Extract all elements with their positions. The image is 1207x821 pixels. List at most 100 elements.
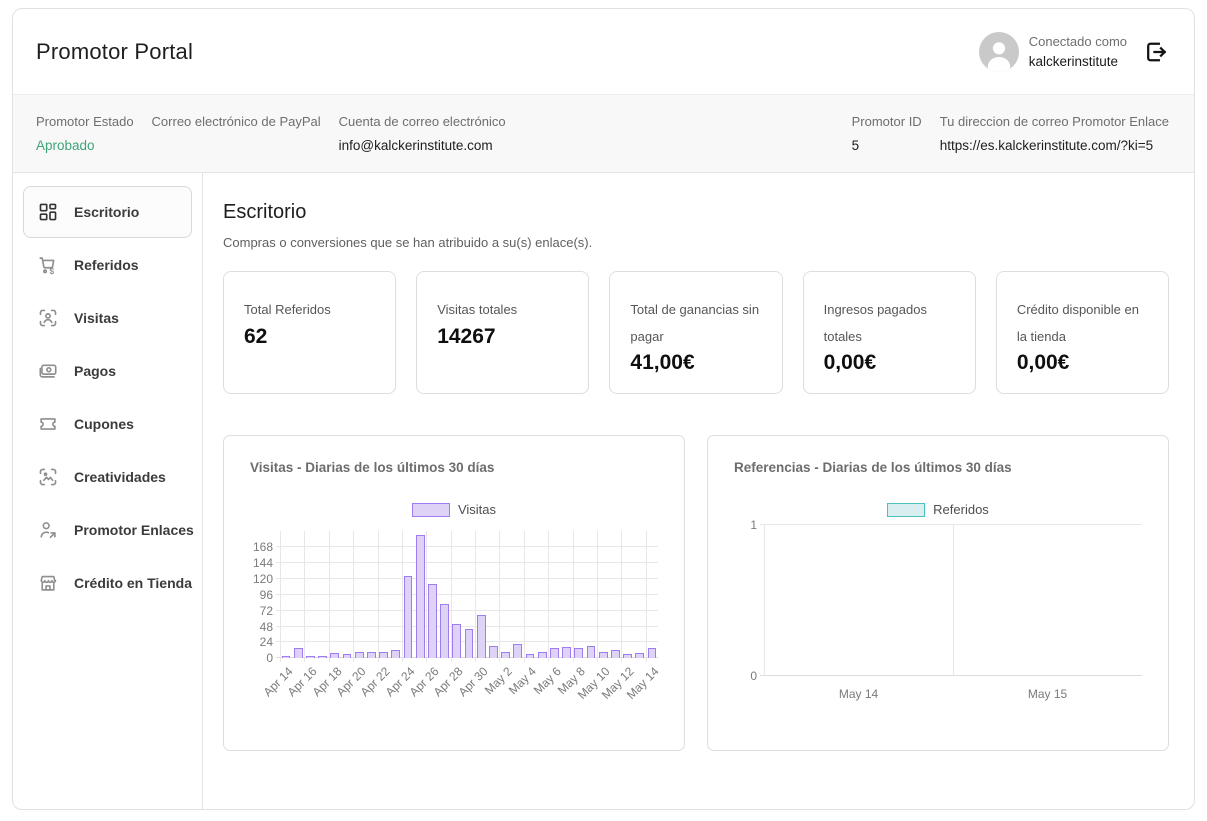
bar-may-11 [611,650,620,658]
status-fields-right: Promotor ID5Tu direccion de correo Promo… [852,114,1169,154]
header: Promotor Portal Conectado como kalckerin… [13,9,1194,94]
legend-label: Referidos [933,502,989,517]
v-gridline [280,531,281,662]
status-field: Cuenta de correo electrónicoinfo@kalcker… [339,114,506,154]
y-tick-label: 0 [750,670,757,682]
h-gridline [276,562,658,563]
avatar [979,32,1019,72]
sidebar-item-referidos[interactable]: $Referidos [23,239,192,291]
bar-apr-26 [428,584,437,659]
store-icon [37,572,59,594]
person-avatar-icon [979,32,1019,72]
sidebar-item-creatividades[interactable]: Creatividades [23,451,192,503]
sidebar-item-pagos[interactable]: Pagos [23,345,192,397]
logout-icon [1143,39,1169,65]
h-gridline [760,524,1142,525]
body: Escritorio$ReferidosVisitasPagosCuponesC… [13,173,1194,809]
y-axis: 01 [734,525,764,676]
sidebar-item-cr-dito-en-tienda[interactable]: Crédito en Tienda [23,557,192,609]
stat-card-value: 14267 [437,325,568,349]
chart-legend[interactable]: Referidos [734,502,1142,517]
h-gridline [276,546,658,547]
status-field-value: Aprobado [36,138,134,154]
x-tick-label: May 15 [1028,688,1067,700]
v-gridline [524,531,525,662]
y-tick-label: 24 [260,636,273,648]
sidebar-item-label: Cupones [74,416,134,432]
bar-apr-20 [355,652,364,659]
y-axis: 024487296120144168 [250,531,280,658]
header-account-area: Conectado como kalckerinstitute [979,32,1169,72]
bar-apr-27 [440,604,449,658]
y-tick-label: 96 [260,589,273,601]
page: Promotor Portal Conectado como kalckerin… [0,0,1207,821]
chart-plot-wrap: 01 [734,525,1142,676]
stat-card: Visitas totales14267 [416,271,589,394]
chart-title: Referencias - Diarias de los últimos 30 … [734,460,1142,475]
v-gridline [499,531,500,662]
sidebar-item-promotor-enlaces[interactable]: Promotor Enlaces [23,504,192,556]
legend-swatch [887,503,925,517]
legend-label: Visitas [458,502,496,517]
bar-apr-23 [391,650,400,658]
x-axis: May 14 May 15 [764,676,1142,710]
promoter-status-bar: Promotor Estado Aprobado Correo electrónic… [13,94,1194,173]
bar-apr-24 [404,576,413,659]
username-text: kalckerinstitute [1029,55,1127,69]
v-gridline [621,531,622,662]
person-link-icon [37,519,59,541]
sidebar-item-cupones[interactable]: Cupones [23,398,192,450]
status-field-label: Correo electrónico de PayPal [152,114,321,129]
v-gridline [353,531,354,662]
chart-card: Referencias - Diarias de los últimos 30 … [707,435,1169,751]
y-tick-label: 0 [266,652,273,664]
y-tick-label: 144 [253,557,273,569]
h-gridline [276,610,658,611]
scan-face-icon [37,307,59,329]
stat-card-value: 62 [244,325,375,349]
h-gridline [276,578,658,579]
sidebar-item-label: Pagos [74,363,116,379]
connected-as-label: Conectado como [1029,35,1127,48]
main-content: Escritorio Compras o conversiones que se… [203,173,1194,809]
stat-card: Total de ganancias sin pagar41,00€ [609,271,782,394]
chart-plot-wrap: 024487296120144168 [250,531,658,658]
logout-button[interactable] [1143,39,1169,65]
bar-apr-29 [465,629,474,658]
stat-card: Crédito disponible en la tienda0,00€ [996,271,1169,394]
sidebar-item-escritorio[interactable]: Escritorio [23,186,192,238]
connected-block: Conectado como kalckerinstitute [1029,35,1127,69]
sidebar-item-visitas[interactable]: Visitas [23,292,192,344]
image-scan-icon [37,466,59,488]
y-tick-label: 168 [253,541,273,553]
status-field: Tu direccion de correo Promotor Enlaceht… [940,114,1169,154]
bar-apr-15 [294,648,303,658]
status-field: Promotor Estado Aprobado [36,114,134,154]
bar-may-7 [562,647,571,658]
section-title: Escritorio [223,201,1169,224]
bar-may-3 [513,644,522,658]
sidebar: Escritorio $ReferidosVisitas Pagos Cupones C… [13,173,203,809]
bar-apr-28 [452,624,461,658]
bar-may-1 [489,646,498,658]
bar-apr-30 [477,615,486,658]
chart-legend[interactable]: Visitas [250,502,658,517]
v-gridline [548,531,549,662]
sidebar-item-label: Referidos [74,257,139,273]
bar-apr-21 [367,652,376,659]
chart-card: Visitas - Diarias de los últimos 30 días… [223,435,685,751]
status-field-value [152,138,321,154]
x-tick-label: May 14 [839,688,878,700]
v-gridline [764,525,765,676]
bar-may-2 [501,652,510,659]
x-axis: Apr 14Apr 16Apr 18Apr 20Apr 22Apr 24Apr … [280,658,658,716]
v-gridline [378,531,379,662]
status-field-label: Promotor Estado [36,114,134,129]
stat-card-label: Total Referidos [244,297,375,324]
y-tick-label: 48 [260,621,273,633]
status-field: Correo electrónico de PayPal [152,114,321,154]
sidebar-item-label: Escritorio [74,204,139,220]
stat-card-label: Crédito disponible en la tienda [1017,297,1148,350]
bar-apr-25 [416,535,425,658]
status-field-label: Tu direccion de correo Promotor Enlace [940,114,1169,129]
